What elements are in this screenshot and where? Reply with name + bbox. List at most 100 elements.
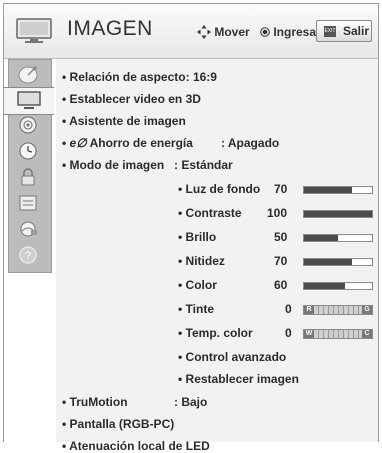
backlight-slider[interactable] — [303, 186, 373, 194]
temp-left-mark: W — [304, 330, 314, 338]
help-icon: ? — [19, 246, 37, 264]
list-item-tint[interactable]: • Tinte — [178, 302, 214, 316]
picture-settings-list: • Relación de aspecto: 16:9 • Establecer… — [56, 59, 378, 453]
exit-button[interactable]: EXIT Salir — [316, 20, 372, 42]
brightness-value: 50 — [274, 230, 288, 244]
energy-value-wrap: : Apagado — [221, 136, 279, 150]
list-item-trumotion[interactable]: • TruMotion : Bajo — [62, 395, 207, 409]
color-label: Color — [185, 278, 217, 292]
contrast-slider[interactable] — [303, 210, 373, 218]
tint-right-mark: G — [362, 306, 372, 314]
reset-label: Restablecer imagen — [185, 372, 299, 386]
sharpness-fill — [304, 259, 352, 265]
trumotion-label: TruMotion — [69, 395, 128, 409]
temp-right-mark: C — [362, 330, 372, 338]
brightness-label: Brillo — [185, 230, 217, 244]
clock-icon — [19, 142, 37, 160]
list-item-picture-mode[interactable]: • Modo de imagen : Estándar — [62, 158, 233, 172]
picture-menu-window: IMAGEN Mover Ingresar EXIT Salir ? • Rel… — [3, 3, 379, 453]
list-item-sharpness[interactable]: • Nitidez — [178, 254, 225, 268]
arrows-icon — [197, 25, 211, 39]
tint-label: Tinte — [185, 302, 214, 316]
sidebar-item-channel[interactable] — [8, 63, 50, 89]
temp-slider[interactable]: W C — [303, 329, 373, 339]
sidebar-item-lock[interactable] — [8, 165, 50, 191]
list-item-advanced-control[interactable]: • Control avanzado — [178, 350, 286, 364]
mode-sep: : — [174, 158, 178, 172]
energy-sep: : — [221, 136, 225, 150]
exit-key-icon: EXIT — [324, 26, 336, 37]
sharpness-value: 70 — [274, 254, 288, 268]
list-item-backlight[interactable]: • Luz de fondo — [178, 182, 260, 196]
list-item-reset-picture[interactable]: • Restablecer imagen — [178, 372, 299, 386]
list-item-led-local-dimming[interactable]: • Atenuación local de LED — [62, 439, 210, 453]
color-slider[interactable] — [303, 282, 373, 290]
sidebar-item-audio[interactable] — [8, 113, 50, 139]
sidebar-item-help[interactable]: ? — [8, 243, 50, 269]
sidebar-item-network[interactable] — [8, 217, 50, 243]
aspect-value: 16:9 — [192, 70, 217, 84]
list-item-color[interactable]: • Color — [178, 278, 217, 292]
energy-saving-icon: e∅ — [69, 136, 87, 150]
aspect-label: Relación de aspecto — [69, 70, 186, 84]
tint-value: 0 — [285, 302, 292, 316]
enter-label: Ingresar — [273, 25, 321, 39]
list-item-energy-saving[interactable]: • e∅ Ahorro de energía : Apagado — [62, 136, 279, 150]
input-icon — [19, 195, 37, 211]
tv-picture-icon — [17, 91, 41, 109]
energy-value: Apagado — [227, 136, 280, 150]
backlight-value: 70 — [274, 182, 288, 196]
list-item-screen-rgb-pc[interactable]: • Pantalla (RGB-PC) — [62, 417, 174, 431]
lock-icon — [21, 168, 35, 186]
speaker-icon — [19, 116, 37, 134]
screen-label: Pantalla (RGB-PC) — [69, 417, 175, 431]
sharpness-label: Nitidez — [185, 254, 225, 268]
sidebar-item-picture[interactable] — [4, 87, 54, 115]
mode-value: Estándar — [181, 158, 233, 172]
sidebar-item-input[interactable] — [8, 191, 50, 217]
list-item-aspect-ratio[interactable]: • Relación de aspecto: 16:9 — [62, 70, 217, 84]
sharpness-slider[interactable] — [303, 258, 373, 266]
list-item-contrast[interactable]: • Contraste — [178, 206, 242, 220]
advanced-label: Control avanzado — [185, 350, 287, 364]
menu-header: IMAGEN Mover Ingresar EXIT Salir — [4, 4, 378, 59]
list-item-color-temp[interactable]: • Temp. color — [178, 326, 253, 340]
energy-label: Ahorro de energía — [89, 136, 193, 150]
brightness-slider[interactable] — [303, 234, 373, 242]
tv-icon — [16, 18, 52, 43]
temp-value: 0 — [285, 326, 292, 340]
brightness-fill — [304, 235, 338, 241]
contrast-fill — [304, 211, 372, 217]
color-value: 60 — [274, 278, 288, 292]
move-label: Mover — [214, 25, 250, 39]
color-fill — [304, 283, 345, 289]
mode-label: Modo de imagen — [69, 158, 165, 172]
help-glyph: ? — [25, 250, 31, 262]
mode-value-wrap: : Estándar — [174, 158, 233, 172]
video3d-label: Establecer video en 3D — [69, 92, 201, 106]
temp-label: Temp. color — [185, 326, 253, 340]
page-title: IMAGEN — [67, 17, 153, 40]
exit-label: Salir — [343, 24, 370, 38]
contrast-value: 100 — [267, 206, 288, 220]
list-item-picture-wizard[interactable]: • Asistente de imagen — [62, 114, 186, 128]
trumotion-value-wrap: : Bajo — [174, 395, 207, 409]
trumotion-value: Bajo — [181, 395, 208, 409]
ok-button-icon — [260, 27, 270, 37]
assistant-label: Asistente de imagen — [69, 114, 186, 128]
list-item-3d-video[interactable]: • Establecer video en 3D — [62, 92, 201, 106]
backlight-fill — [304, 187, 352, 193]
enter-hint: Ingresar — [260, 25, 321, 39]
tint-slider[interactable]: R G — [303, 305, 373, 315]
list-item-brightness[interactable]: • Brillo — [178, 230, 216, 244]
dimming-label: Atenuación local de LED — [69, 439, 210, 453]
category-sidebar: ? — [4, 59, 56, 442]
move-hint: Mover — [197, 25, 250, 39]
backlight-label: Luz de fondo — [185, 182, 261, 196]
contrast-label: Contraste — [185, 206, 242, 220]
tint-left-mark: R — [304, 306, 314, 314]
trumotion-sep: : — [174, 395, 178, 409]
sidebar-item-time[interactable] — [8, 139, 50, 165]
aspect-sep: : — [185, 70, 190, 84]
satellite-dish-icon — [18, 66, 38, 84]
